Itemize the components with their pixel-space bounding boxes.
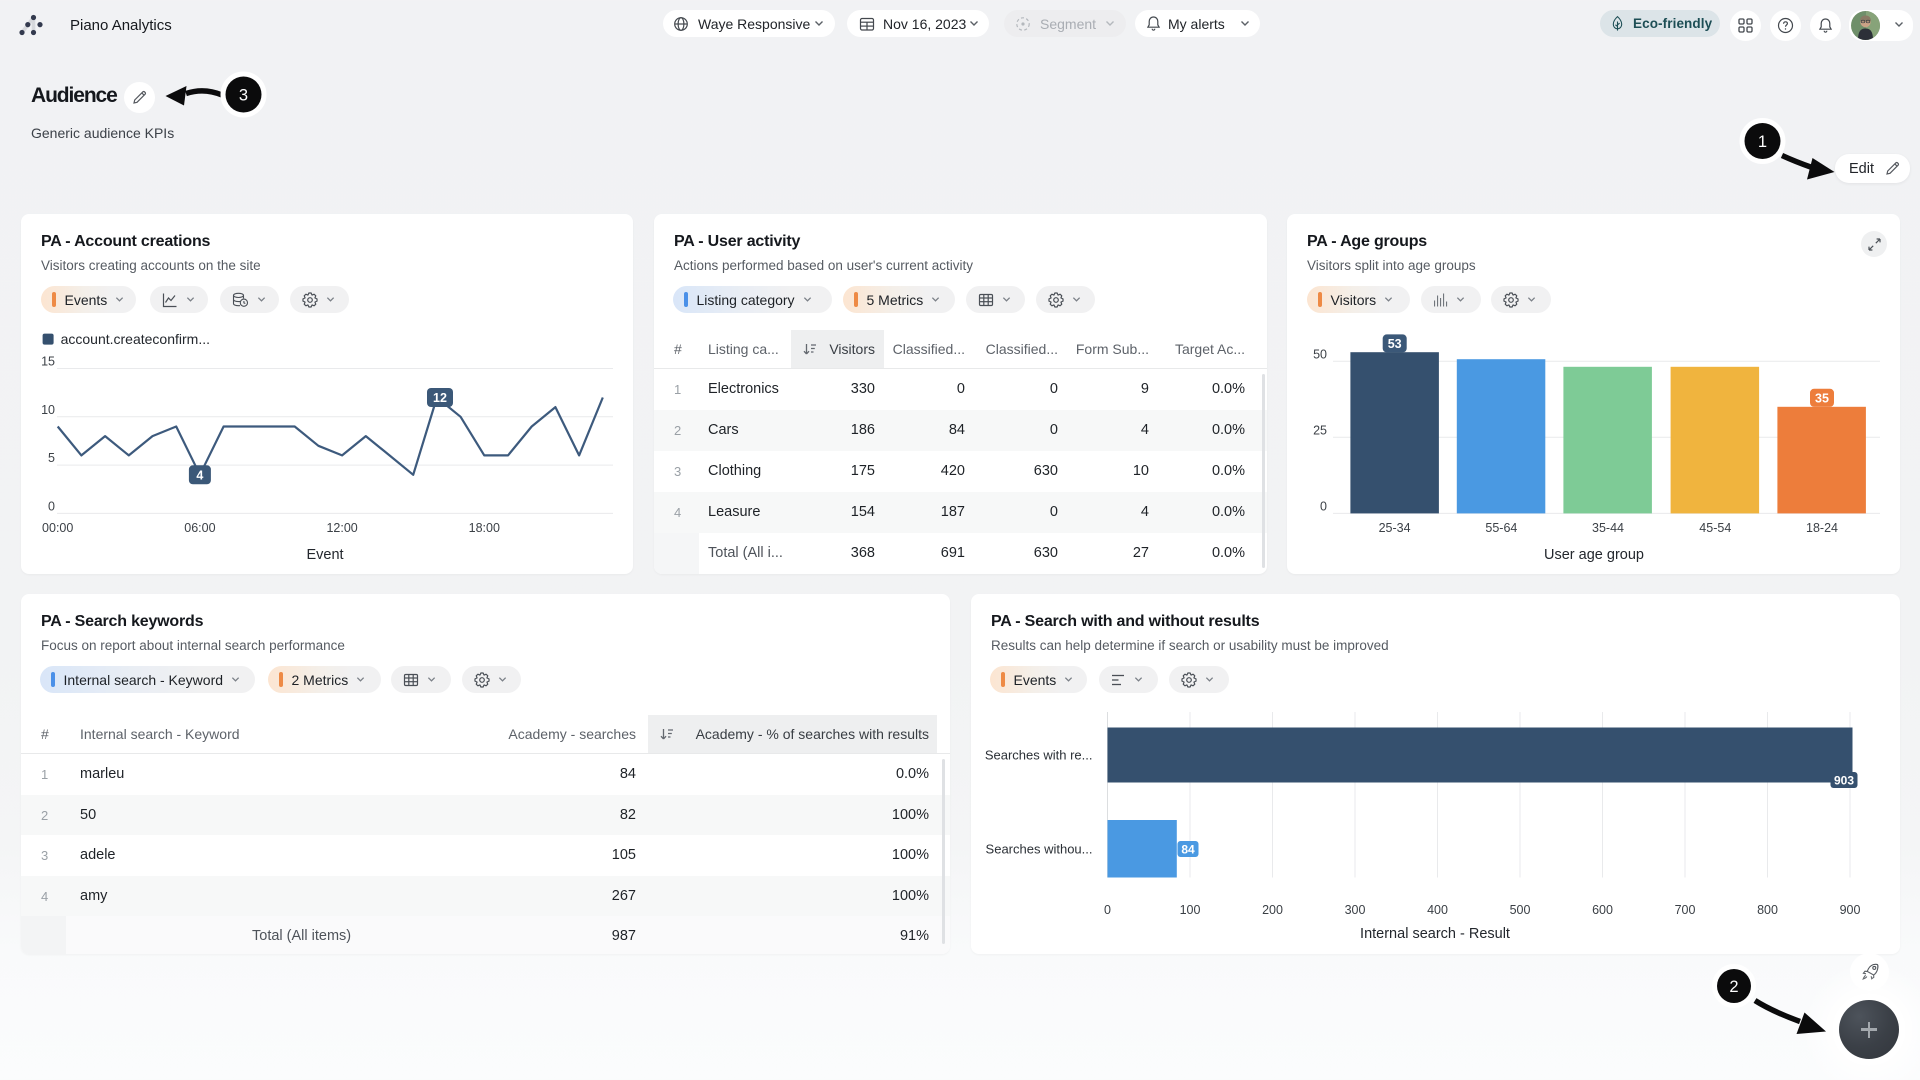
svg-text:Searches withou...: Searches withou... <box>986 842 1093 857</box>
svg-text:200: 200 <box>1262 903 1283 917</box>
svg-text:12:00: 12:00 <box>326 521 357 535</box>
svg-text:35: 35 <box>1815 391 1829 405</box>
svg-text:0: 0 <box>1320 500 1327 514</box>
svg-text:4: 4 <box>196 468 203 482</box>
svg-text:18:00: 18:00 <box>469 521 500 535</box>
svg-text:53: 53 <box>1388 337 1402 351</box>
svg-text:500: 500 <box>1510 903 1531 917</box>
svg-text:12: 12 <box>433 391 447 405</box>
svg-text:Internal search - Result: Internal search - Result <box>1360 926 1510 942</box>
svg-text:100: 100 <box>1180 903 1201 917</box>
svg-text:User age group: User age group <box>1544 547 1644 563</box>
svg-text:06:00: 06:00 <box>184 521 215 535</box>
svg-text:300: 300 <box>1345 903 1366 917</box>
svg-text:900: 900 <box>1840 903 1861 917</box>
svg-text:600: 600 <box>1592 903 1613 917</box>
svg-text:Searches with re...: Searches with re... <box>985 748 1093 763</box>
svg-text:84: 84 <box>1181 842 1195 856</box>
svg-text:3: 3 <box>239 87 248 105</box>
svg-text:00:00: 00:00 <box>42 521 73 535</box>
svg-text:18-24: 18-24 <box>1806 521 1838 535</box>
svg-text:15: 15 <box>41 355 55 369</box>
svg-text:35-44: 35-44 <box>1592 521 1624 535</box>
svg-text:55-64: 55-64 <box>1485 521 1517 535</box>
svg-text:25-34: 25-34 <box>1379 521 1411 535</box>
svg-text:45-54: 45-54 <box>1699 521 1731 535</box>
svg-text:400: 400 <box>1427 903 1448 917</box>
svg-text:700: 700 <box>1675 903 1696 917</box>
svg-text:5: 5 <box>48 451 55 465</box>
svg-text:account.createconfirm...: account.createconfirm... <box>61 331 210 347</box>
svg-text:0: 0 <box>1104 903 1111 917</box>
svg-text:903: 903 <box>1834 773 1854 787</box>
svg-text:2: 2 <box>1729 978 1738 996</box>
svg-text:1: 1 <box>1758 133 1767 151</box>
svg-text:800: 800 <box>1757 903 1778 917</box>
svg-text:50: 50 <box>1313 348 1327 362</box>
svg-text:10: 10 <box>41 403 55 417</box>
svg-text:25: 25 <box>1313 424 1327 438</box>
svg-text:Event: Event <box>306 547 343 563</box>
svg-text:0: 0 <box>48 499 55 513</box>
